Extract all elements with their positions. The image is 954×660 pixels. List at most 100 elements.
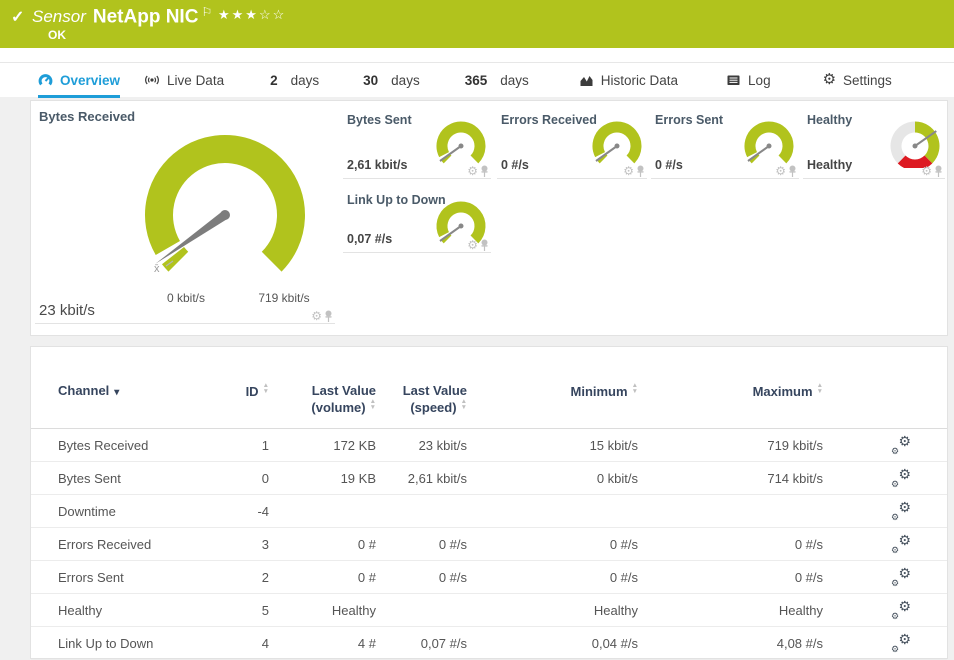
gauge-settings-icon[interactable]: ⚙ bbox=[311, 309, 322, 323]
column-header-maximum[interactable]: Maximum▲▼ bbox=[638, 383, 823, 400]
gauge-cell-errors-sent[interactable]: Errors Sent 0 #/s ⚙ bbox=[651, 109, 799, 179]
gauge-cell-link-up-to-down[interactable]: Link Up to Down 0,07 #/s ⚙ bbox=[343, 189, 491, 253]
channel-name[interactable]: Downtime bbox=[58, 504, 233, 519]
pin-icon[interactable] bbox=[480, 239, 489, 252]
tab-30-days-unit: days bbox=[391, 73, 420, 88]
tab-overview[interactable]: Overview bbox=[38, 63, 120, 98]
gauge-settings-icon[interactable]: ⚙ bbox=[775, 164, 786, 178]
pin-icon[interactable] bbox=[324, 310, 333, 323]
column-header-id[interactable]: ID▲▼ bbox=[233, 383, 269, 400]
gauge-title: Healthy bbox=[807, 113, 852, 127]
tab-live-data-label: Live Data bbox=[167, 73, 224, 88]
gauge-title: Bytes Sent bbox=[347, 113, 412, 127]
gauge-settings-icon[interactable]: ⚙ bbox=[467, 238, 478, 252]
channel-name[interactable]: Link Up to Down bbox=[58, 636, 233, 651]
channel-settings-icon[interactable]: ⚙⚙ bbox=[893, 634, 911, 652]
gauge-cell-bytes-received[interactable]: Bytes Received x̄ 0 kbit/s 719 kbit/s 23… bbox=[35, 105, 335, 324]
channel-name[interactable]: Errors Received bbox=[58, 537, 233, 552]
tab-365-days-number: 365 bbox=[465, 73, 488, 88]
tab-365-days-unit: days bbox=[500, 73, 529, 88]
channels-table-panel: Channel▾ ID▲▼ Last Value(volume)▲▼ Last … bbox=[30, 346, 948, 659]
table-row[interactable]: Errors Received 3 0 # 0 #/s 0 #/s 0 #/s … bbox=[31, 528, 947, 561]
flag-icon[interactable]: ⚐ bbox=[201, 5, 212, 19]
gauge-value: 0 #/s bbox=[655, 158, 683, 172]
table-row[interactable]: Bytes Sent 0 19 KB 2,61 kbit/s 0 kbit/s … bbox=[31, 462, 947, 495]
table-row[interactable]: Healthy 5 Healthy Healthy Healthy ⚙⚙ bbox=[31, 594, 947, 627]
sort-icon: ▲▼ bbox=[461, 399, 467, 411]
column-header-last-value-volume[interactable]: Last Value(volume)▲▼ bbox=[269, 383, 376, 416]
sort-desc-icon: ▾ bbox=[114, 387, 119, 398]
column-header-minimum[interactable]: Minimum▲▼ bbox=[467, 383, 638, 400]
sensor-status-badge: OK bbox=[48, 28, 66, 42]
status-ok-check-icon: ✓ bbox=[11, 7, 24, 27]
gauge-value: Healthy bbox=[807, 158, 852, 172]
gauge-min-label: 0 kbit/s bbox=[146, 291, 226, 305]
sensor-name: NetApp NIC bbox=[93, 6, 199, 27]
table-row[interactable]: Bytes Received 1 172 KB 23 kbit/s 15 kbi… bbox=[31, 429, 947, 462]
gauge-cell-errors-received[interactable]: Errors Received 0 #/s ⚙ bbox=[497, 109, 647, 179]
channel-settings-icon[interactable]: ⚙⚙ bbox=[893, 568, 911, 586]
log-list-icon bbox=[726, 73, 741, 87]
gauge-cell-healthy[interactable]: Healthy Healthy ⚙ bbox=[803, 109, 945, 179]
channel-name[interactable]: Bytes Received bbox=[58, 438, 233, 453]
healthy-gauge bbox=[887, 118, 943, 168]
column-header-channel[interactable]: Channel▾ bbox=[58, 383, 233, 401]
gauge-title: Errors Sent bbox=[655, 113, 723, 127]
tab-overview-label: Overview bbox=[60, 73, 120, 88]
tab-settings-label: Settings bbox=[843, 73, 892, 88]
errors-received-gauge bbox=[589, 118, 645, 168]
tab-bar: Overview Live Data 2days 30days 365days … bbox=[0, 62, 954, 97]
channel-settings-icon[interactable]: ⚙⚙ bbox=[893, 601, 911, 619]
live-signal-icon bbox=[144, 73, 160, 87]
gauge-value: 2,61 kbit/s bbox=[347, 158, 407, 172]
pin-icon[interactable] bbox=[788, 165, 797, 178]
tab-2-days[interactable]: 2days bbox=[270, 63, 319, 98]
gauge-value: 0,07 #/s bbox=[347, 232, 392, 246]
sensor-title: Sensor NetApp NIC⚐ bbox=[32, 5, 212, 28]
tab-settings[interactable]: ⚙ Settings bbox=[823, 63, 892, 98]
priority-stars[interactable]: ★★★☆☆ bbox=[218, 7, 286, 23]
tab-log[interactable]: Log bbox=[726, 63, 771, 98]
gauge-title: Errors Received bbox=[501, 113, 597, 127]
gauge-cell-bytes-sent[interactable]: Bytes Sent 2,61 kbit/s ⚙ bbox=[343, 109, 491, 179]
gauge-title: Bytes Received bbox=[39, 109, 135, 124]
bytes-sent-gauge bbox=[433, 118, 489, 168]
gauges-panel: Bytes Received x̄ 0 kbit/s 719 kbit/s 23… bbox=[30, 100, 948, 336]
stars-empty: ☆☆ bbox=[259, 7, 286, 22]
gauge-settings-icon[interactable]: ⚙ bbox=[467, 164, 478, 178]
tab-historic-data[interactable]: Historic Data bbox=[579, 63, 678, 98]
gear-icon: ⚙ bbox=[823, 73, 836, 87]
area-chart-icon bbox=[579, 73, 594, 87]
tab-2-days-number: 2 bbox=[270, 73, 278, 88]
bytes-received-gauge: x̄ bbox=[135, 125, 315, 295]
tab-live-data[interactable]: Live Data bbox=[144, 63, 224, 98]
sensor-kind-label: Sensor bbox=[32, 7, 86, 26]
gauge-max-label: 719 kbit/s bbox=[244, 291, 324, 305]
pin-icon[interactable] bbox=[480, 165, 489, 178]
gauge-settings-icon[interactable]: ⚙ bbox=[921, 164, 932, 178]
gauge-settings-icon[interactable]: ⚙ bbox=[623, 164, 634, 178]
stars-filled: ★★★ bbox=[218, 7, 259, 22]
column-header-last-value-speed[interactable]: Last Value(speed)▲▼ bbox=[376, 383, 467, 416]
table-row[interactable]: Downtime -4 ⚙⚙ bbox=[31, 495, 947, 528]
table-row[interactable]: Errors Sent 2 0 # 0 #/s 0 #/s 0 #/s ⚙⚙ bbox=[31, 561, 947, 594]
tab-historic-data-label: Historic Data bbox=[601, 73, 678, 88]
tab-30-days[interactable]: 30 days bbox=[363, 63, 420, 98]
channel-settings-icon[interactable]: ⚙⚙ bbox=[893, 469, 911, 487]
pin-icon[interactable] bbox=[934, 165, 943, 178]
gauge-title: Link Up to Down bbox=[347, 193, 446, 207]
channel-settings-icon[interactable]: ⚙⚙ bbox=[893, 502, 911, 520]
table-row[interactable]: Link Up to Down 4 4 # 0,07 #/s 0,04 #/s … bbox=[31, 627, 947, 660]
tab-30-days-number: 30 bbox=[363, 73, 378, 88]
pin-icon[interactable] bbox=[636, 165, 645, 178]
channel-name[interactable]: Healthy bbox=[58, 603, 233, 618]
gauge-value: 0 #/s bbox=[501, 158, 529, 172]
gauge-icon bbox=[38, 73, 53, 87]
sensor-header: ✓ Sensor NetApp NIC⚐ ★★★☆☆ OK bbox=[0, 0, 954, 48]
channel-name[interactable]: Errors Sent bbox=[58, 570, 233, 585]
channel-settings-icon[interactable]: ⚙⚙ bbox=[893, 436, 911, 454]
sort-icon: ▲▼ bbox=[817, 383, 823, 395]
tab-365-days[interactable]: 365 days bbox=[465, 63, 529, 98]
channel-settings-icon[interactable]: ⚙⚙ bbox=[893, 535, 911, 553]
channel-name[interactable]: Bytes Sent bbox=[58, 471, 233, 486]
